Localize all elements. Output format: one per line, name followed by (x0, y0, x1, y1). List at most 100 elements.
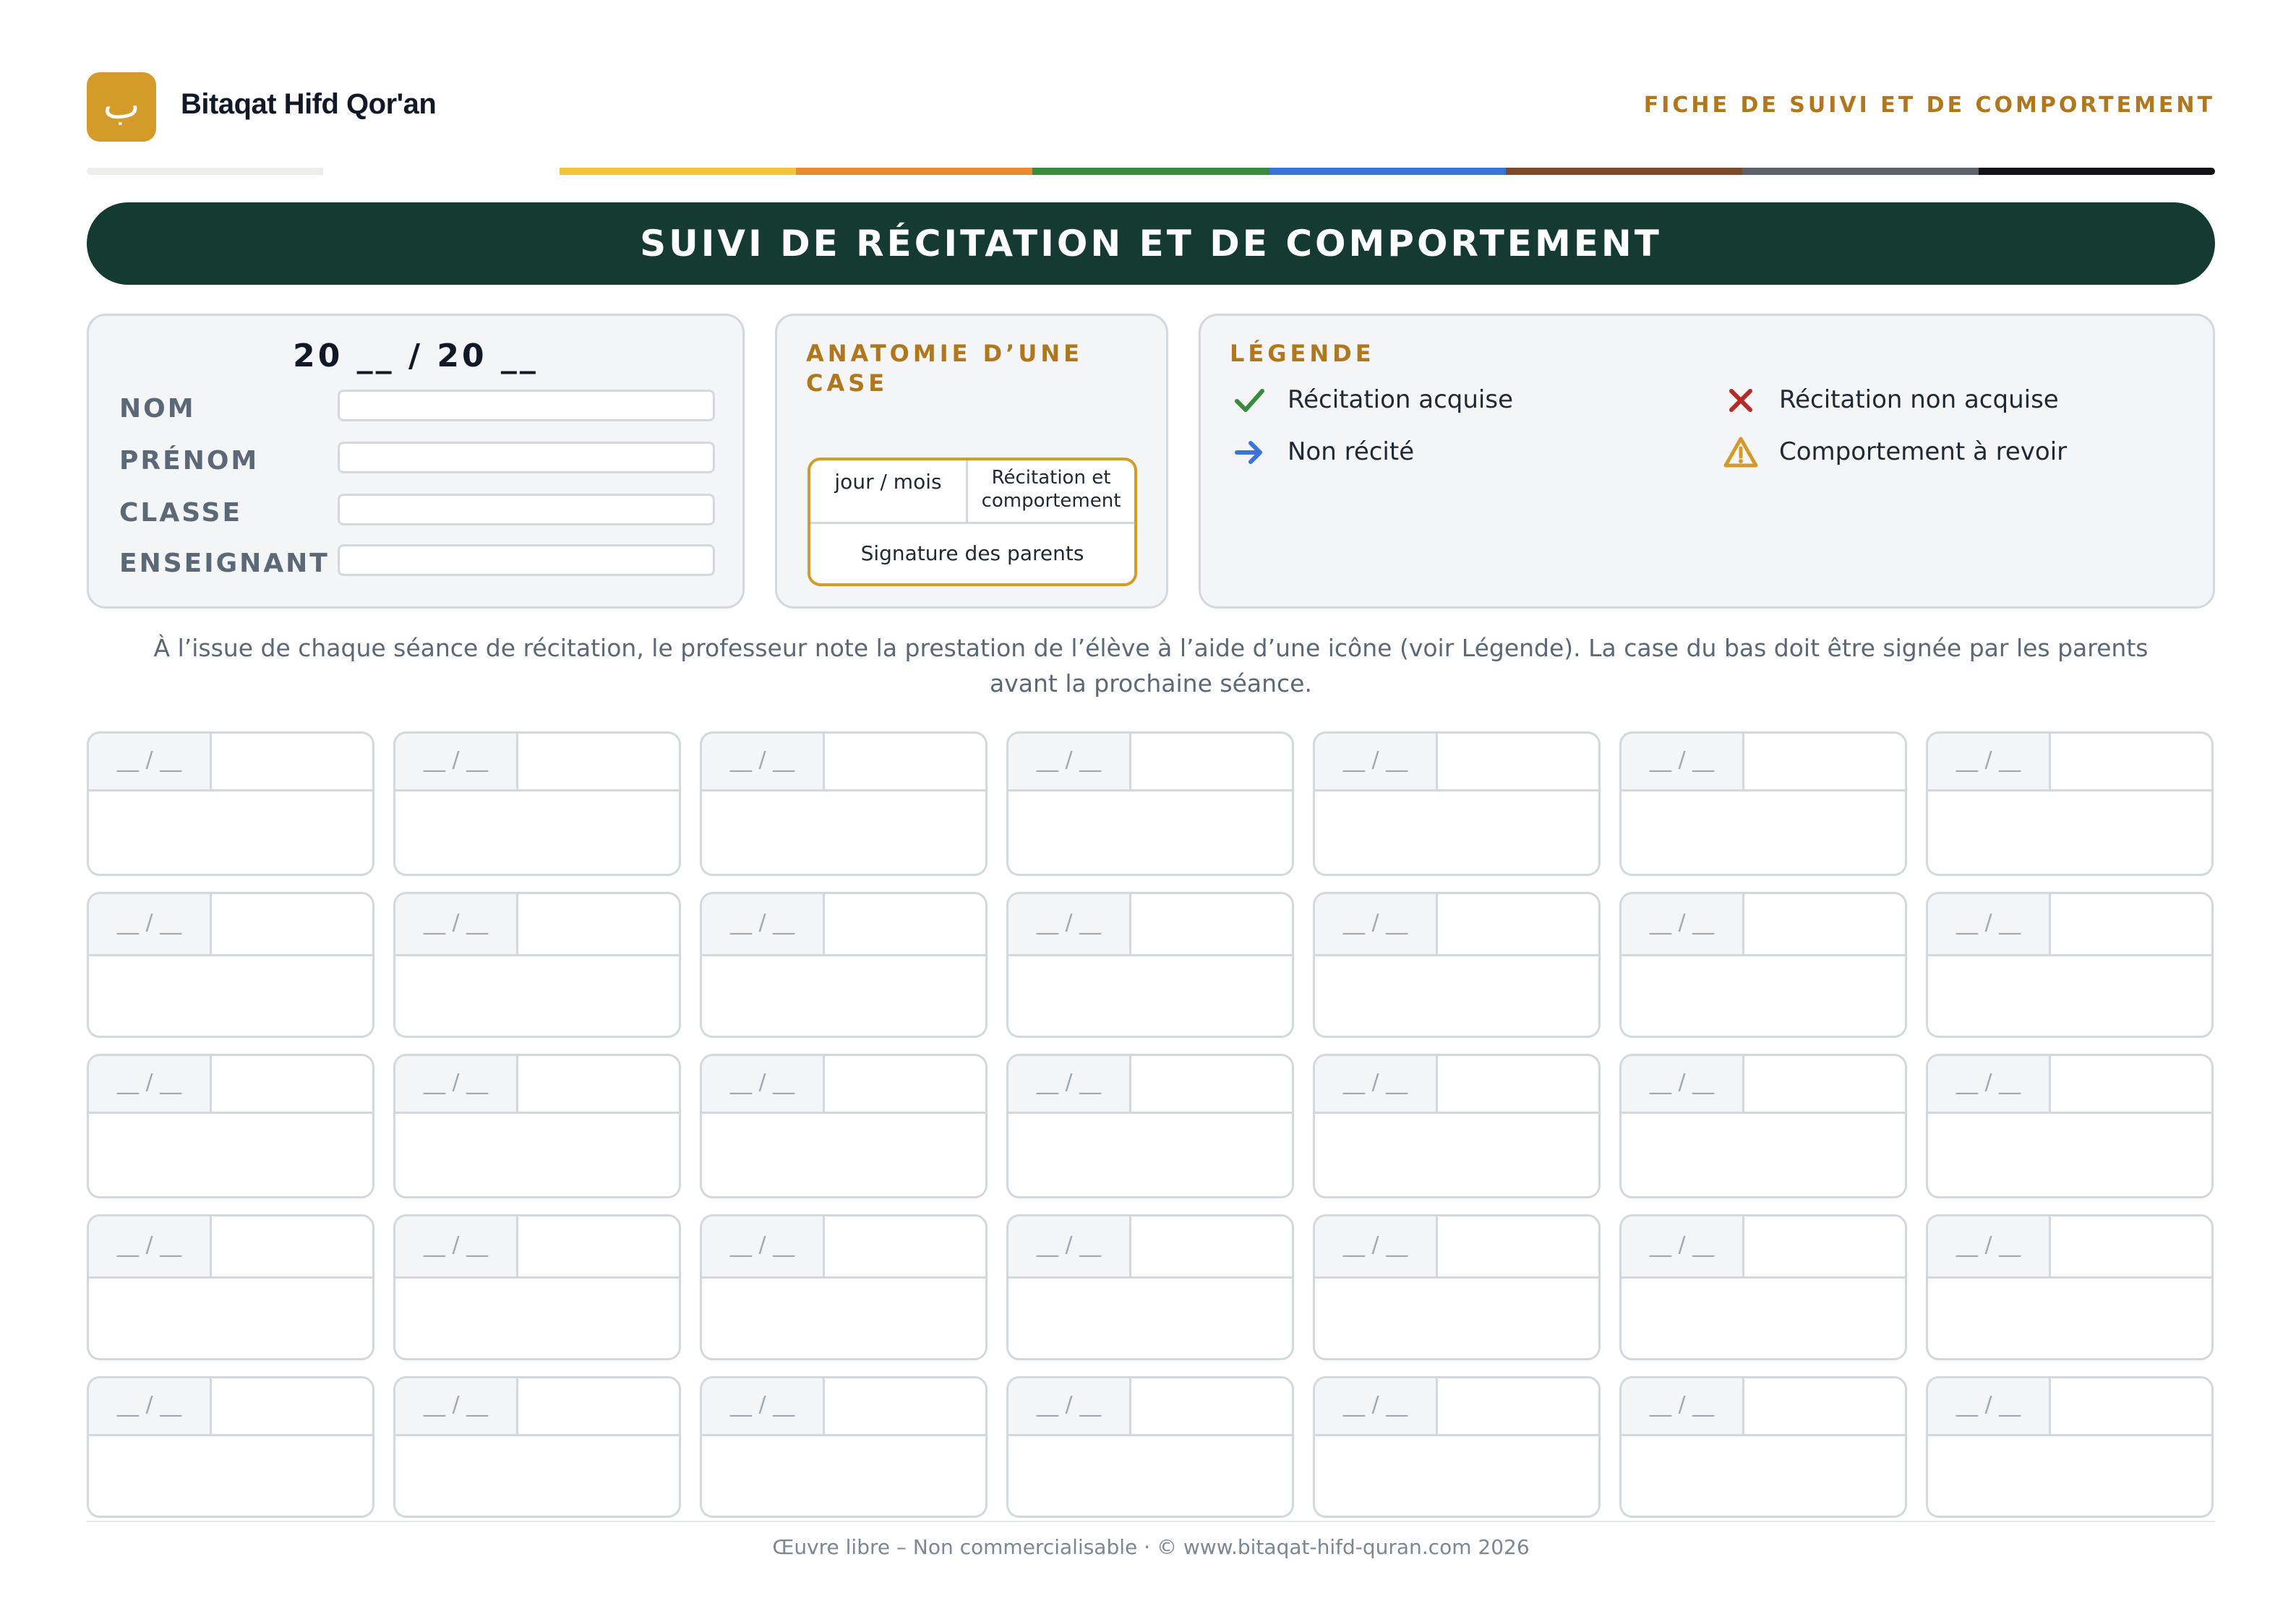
session-cell[interactable]: __ / __ (1313, 892, 1601, 1038)
parent-signature[interactable] (1008, 1436, 1292, 1516)
parent-signature[interactable] (1315, 1114, 1598, 1196)
session-cell[interactable]: __ / __ (1926, 1214, 2214, 1360)
session-cell[interactable]: __ / __ (1006, 1376, 1294, 1518)
parent-signature[interactable] (89, 791, 372, 874)
session-date[interactable]: __ / __ (702, 894, 825, 956)
session-date[interactable]: __ / __ (1928, 1056, 2051, 1114)
session-date[interactable]: __ / __ (395, 1056, 518, 1114)
session-mark[interactable] (1744, 1378, 1905, 1436)
nom-field[interactable] (338, 390, 715, 421)
session-date[interactable]: __ / __ (702, 1378, 825, 1436)
enseignant-field[interactable] (338, 544, 715, 576)
session-cell[interactable]: __ / __ (1926, 892, 2214, 1038)
session-mark[interactable] (1438, 1056, 1598, 1114)
session-mark[interactable] (1744, 734, 1905, 791)
session-date[interactable]: __ / __ (1315, 1378, 1438, 1436)
parent-signature[interactable] (702, 1114, 985, 1196)
session-cell[interactable]: __ / __ (1313, 1054, 1601, 1198)
session-date[interactable]: __ / __ (702, 1216, 825, 1279)
session-mark[interactable] (1744, 1216, 1905, 1279)
session-cell[interactable]: __ / __ (1313, 1214, 1601, 1360)
session-cell[interactable]: __ / __ (1006, 1054, 1294, 1198)
session-mark[interactable] (1438, 734, 1598, 791)
parent-signature[interactable] (702, 1436, 985, 1516)
session-cell[interactable]: __ / __ (700, 1376, 988, 1518)
session-cell[interactable]: __ / __ (1619, 892, 1907, 1038)
parent-signature[interactable] (395, 1279, 679, 1358)
session-cell[interactable]: __ / __ (1926, 1376, 2214, 1518)
session-mark[interactable] (1131, 1378, 1292, 1436)
session-date[interactable]: __ / __ (1928, 734, 2051, 791)
session-cell[interactable]: __ / __ (393, 731, 681, 876)
session-cell[interactable]: __ / __ (1006, 731, 1294, 876)
session-mark[interactable] (2051, 1216, 2211, 1279)
session-mark[interactable] (1131, 1056, 1292, 1114)
parent-signature[interactable] (1928, 791, 2211, 874)
parent-signature[interactable] (702, 956, 985, 1036)
session-cell[interactable]: __ / __ (1926, 1054, 2214, 1198)
parent-signature[interactable] (1622, 956, 1905, 1036)
session-date[interactable]: __ / __ (1008, 1216, 1131, 1279)
session-cell[interactable]: __ / __ (393, 892, 681, 1038)
session-mark[interactable] (825, 734, 985, 791)
session-mark[interactable] (1744, 894, 1905, 956)
session-cell[interactable]: __ / __ (700, 892, 988, 1038)
parent-signature[interactable] (1315, 956, 1598, 1036)
session-cell[interactable]: __ / __ (1313, 1376, 1601, 1518)
session-date[interactable]: __ / __ (1928, 894, 2051, 956)
parent-signature[interactable] (89, 1114, 372, 1196)
session-date[interactable]: __ / __ (395, 734, 518, 791)
session-mark[interactable] (1131, 734, 1292, 791)
session-date[interactable]: __ / __ (1315, 1216, 1438, 1279)
parent-signature[interactable] (1622, 1436, 1905, 1516)
parent-signature[interactable] (395, 791, 679, 874)
parent-signature[interactable] (702, 791, 985, 874)
session-cell[interactable]: __ / __ (1619, 1054, 1907, 1198)
parent-signature[interactable] (1928, 1114, 2211, 1196)
session-mark[interactable] (2051, 1056, 2211, 1114)
parent-signature[interactable] (395, 1114, 679, 1196)
session-mark[interactable] (518, 1378, 679, 1436)
prenom-field[interactable] (338, 442, 715, 473)
parent-signature[interactable] (1315, 1436, 1598, 1516)
session-date[interactable]: __ / __ (1928, 1378, 2051, 1436)
session-mark[interactable] (2051, 1378, 2211, 1436)
parent-signature[interactable] (1008, 1279, 1292, 1358)
session-date[interactable]: __ / __ (1622, 1216, 1744, 1279)
session-cell[interactable]: __ / __ (87, 892, 374, 1038)
session-mark[interactable] (212, 734, 372, 791)
session-mark[interactable] (1438, 894, 1598, 956)
session-mark[interactable] (2051, 734, 2211, 791)
parent-signature[interactable] (1928, 956, 2211, 1036)
session-mark[interactable] (518, 894, 679, 956)
session-mark[interactable] (1131, 1216, 1292, 1279)
session-date[interactable]: __ / __ (1008, 734, 1131, 791)
session-date[interactable]: __ / __ (395, 894, 518, 956)
session-date[interactable]: __ / __ (395, 1216, 518, 1279)
parent-signature[interactable] (1315, 1279, 1598, 1358)
session-date[interactable]: __ / __ (89, 1216, 212, 1279)
session-mark[interactable] (2051, 894, 2211, 956)
parent-signature[interactable] (1622, 1279, 1905, 1358)
session-mark[interactable] (825, 894, 985, 956)
session-mark[interactable] (1438, 1216, 1598, 1279)
session-date[interactable]: __ / __ (1622, 734, 1744, 791)
parent-signature[interactable] (1928, 1436, 2211, 1516)
session-mark[interactable] (212, 1216, 372, 1279)
session-mark[interactable] (518, 1056, 679, 1114)
session-cell[interactable]: __ / __ (1006, 892, 1294, 1038)
session-cell[interactable]: __ / __ (393, 1054, 681, 1198)
session-date[interactable]: __ / __ (1622, 1378, 1744, 1436)
session-cell[interactable]: __ / __ (1619, 1214, 1907, 1360)
session-date[interactable]: __ / __ (395, 1378, 518, 1436)
session-mark[interactable] (212, 1056, 372, 1114)
parent-signature[interactable] (1008, 791, 1292, 874)
session-date[interactable]: __ / __ (1008, 1378, 1131, 1436)
session-date[interactable]: __ / __ (1008, 1056, 1131, 1114)
session-mark[interactable] (825, 1378, 985, 1436)
session-date[interactable]: __ / __ (1928, 1216, 2051, 1279)
classe-field[interactable] (338, 494, 715, 525)
parent-signature[interactable] (702, 1279, 985, 1358)
session-cell[interactable]: __ / __ (87, 731, 374, 876)
session-mark[interactable] (518, 734, 679, 791)
